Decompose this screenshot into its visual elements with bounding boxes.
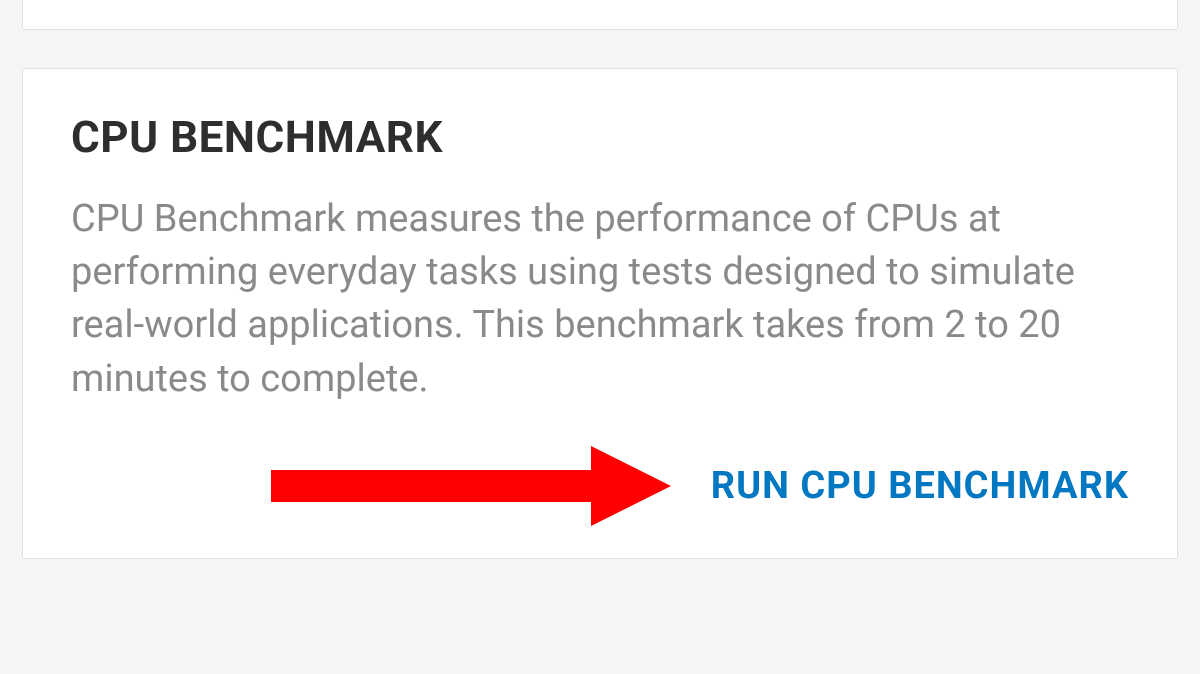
card-title: CPU BENCHMARK [71, 111, 1129, 163]
run-cpu-benchmark-button[interactable]: RUN CPU BENCHMARK [711, 456, 1129, 516]
arrow-annotation-icon [251, 436, 681, 536]
previous-card-fragment [22, 0, 1178, 30]
cpu-benchmark-card: CPU BENCHMARK CPU Benchmark measures the… [22, 68, 1178, 559]
card-description: CPU Benchmark measures the performance o… [71, 193, 1129, 406]
card-actions: RUN CPU BENCHMARK [71, 456, 1129, 516]
